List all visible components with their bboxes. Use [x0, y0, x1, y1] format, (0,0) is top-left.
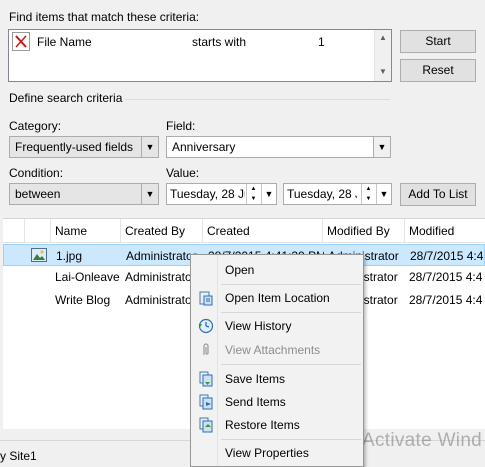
menu-item-view-attachments[interactable]: View Attachments: [193, 339, 361, 361]
chevron-down-icon[interactable]: ▼: [141, 184, 158, 204]
cell-modified: 28/7/2015 4:4: [409, 293, 483, 307]
activation-watermark: Activate Wind: [362, 430, 483, 451]
field-select[interactable]: Anniversary ▼: [166, 136, 391, 158]
field-value: Anniversary: [172, 140, 236, 154]
spin-up-icon[interactable]: ▲: [362, 184, 375, 194]
menu-item-label: View History: [225, 319, 292, 333]
image-file-icon: [31, 248, 47, 262]
cell-name: 1.jpg: [56, 249, 83, 263]
scroll-down-icon[interactable]: ▼: [375, 64, 391, 80]
col-modified-by[interactable]: Modified By: [323, 219, 405, 243]
criteria-heading: Find items that match these criteria:: [9, 10, 200, 24]
criteria-operator: starts with: [192, 35, 247, 49]
category-value: Frequently-used fields: [15, 140, 134, 154]
chevron-down-icon[interactable]: ▼: [376, 184, 391, 204]
paperclip-icon: [198, 342, 214, 358]
criteria-scrollbar[interactable]: ▲ ▼: [374, 30, 391, 81]
status-text: y Site1: [0, 449, 37, 463]
save-items-icon: [198, 371, 214, 387]
chevron-down-icon[interactable]: ▼: [261, 184, 276, 204]
cell-modified: 28/7/2015 4:4: [410, 249, 484, 263]
menu-separator: [221, 364, 361, 365]
col-created-by[interactable]: Created By: [121, 219, 203, 243]
scroll-up-icon[interactable]: ▲: [375, 30, 391, 46]
date-to-picker[interactable]: Tuesday, 28 J ▲ ▼ ▼: [283, 183, 392, 205]
menu-item-open-item-location[interactable]: Open Item Location: [193, 287, 361, 309]
remove-criteria-icon[interactable]: [12, 32, 30, 51]
col-spacer: [3, 219, 25, 243]
col-name[interactable]: Name: [51, 219, 121, 243]
date-from-value: Tuesday, 28 Ju: [170, 187, 245, 201]
date-from-spinner[interactable]: ▲ ▼: [246, 184, 260, 204]
cell-name: Write Blog: [55, 293, 111, 307]
menu-item-label: View Attachments: [225, 343, 321, 357]
cell-name: Lai-Onleave: [55, 270, 120, 284]
menu-separator: [221, 312, 361, 313]
criteria-value: 1: [318, 35, 325, 49]
date-from-picker[interactable]: Tuesday, 28 Ju ▲ ▼ ▼: [166, 183, 277, 205]
date-to-spinner[interactable]: ▲ ▼: [361, 184, 375, 204]
spin-down-icon[interactable]: ▼: [362, 194, 375, 204]
col-modified[interactable]: Modified: [405, 219, 485, 243]
condition-value: between: [15, 187, 61, 201]
history-icon: [198, 318, 214, 334]
menu-item-view-properties[interactable]: View Properties: [193, 442, 361, 464]
menu-item-open[interactable]: Open: [193, 259, 361, 281]
condition-label: Condition:: [9, 166, 64, 180]
start-button[interactable]: Start: [400, 30, 476, 53]
menu-item-label: View Properties: [225, 446, 309, 460]
chevron-down-icon[interactable]: ▼: [373, 137, 390, 157]
reset-button[interactable]: Reset: [400, 59, 476, 82]
col-created[interactable]: Created: [203, 219, 323, 243]
criteria-row[interactable]: File Name starts with 1: [9, 30, 375, 54]
define-divider: [125, 99, 390, 100]
date-to-value: Tuesday, 28 J: [287, 187, 357, 201]
condition-select[interactable]: between ▼: [9, 183, 159, 205]
add-to-list-button[interactable]: Add To List: [400, 183, 476, 206]
spin-up-icon[interactable]: ▲: [247, 184, 260, 194]
menu-item-label: Restore Items: [225, 418, 300, 432]
field-label: Field:: [166, 119, 196, 133]
menu-item-label: Open Item Location: [225, 291, 330, 305]
category-label: Category:: [9, 119, 62, 133]
chevron-down-icon[interactable]: ▼: [141, 137, 158, 157]
restore-items-icon: [198, 417, 214, 433]
send-items-icon: [198, 394, 214, 410]
value-label: Value:: [166, 166, 200, 180]
menu-item-label: Save Items: [225, 372, 286, 386]
category-select[interactable]: Frequently-used fields ▼: [9, 136, 159, 158]
criteria-list[interactable]: File Name starts with 1 ▲ ▼: [8, 29, 392, 82]
menu-separator: [221, 439, 361, 440]
cell-modified: 28/7/2015 4:4: [409, 270, 483, 284]
menu-item-restore-items[interactable]: Restore Items: [193, 414, 361, 436]
folder-location-icon: [198, 290, 214, 306]
col-icon: [25, 219, 51, 243]
menu-item-label: Send Items: [225, 395, 286, 409]
menu-item-send-items[interactable]: Send Items: [193, 391, 361, 413]
menu-item-view-history[interactable]: View History: [193, 315, 361, 337]
criteria-field: File Name: [37, 35, 92, 49]
spin-down-icon[interactable]: ▼: [247, 194, 260, 204]
define-heading: Define search criteria: [9, 91, 123, 105]
grid-header: Name Created By Created Modified By Modi…: [3, 219, 485, 243]
search-window: Find items that match these criteria: Fi…: [0, 0, 485, 467]
context-menu[interactable]: Open Open Item Location View History Vie…: [190, 254, 364, 467]
menu-separator: [221, 284, 361, 285]
menu-item-save-items[interactable]: Save Items: [193, 368, 361, 390]
menu-item-label: Open: [225, 263, 255, 277]
